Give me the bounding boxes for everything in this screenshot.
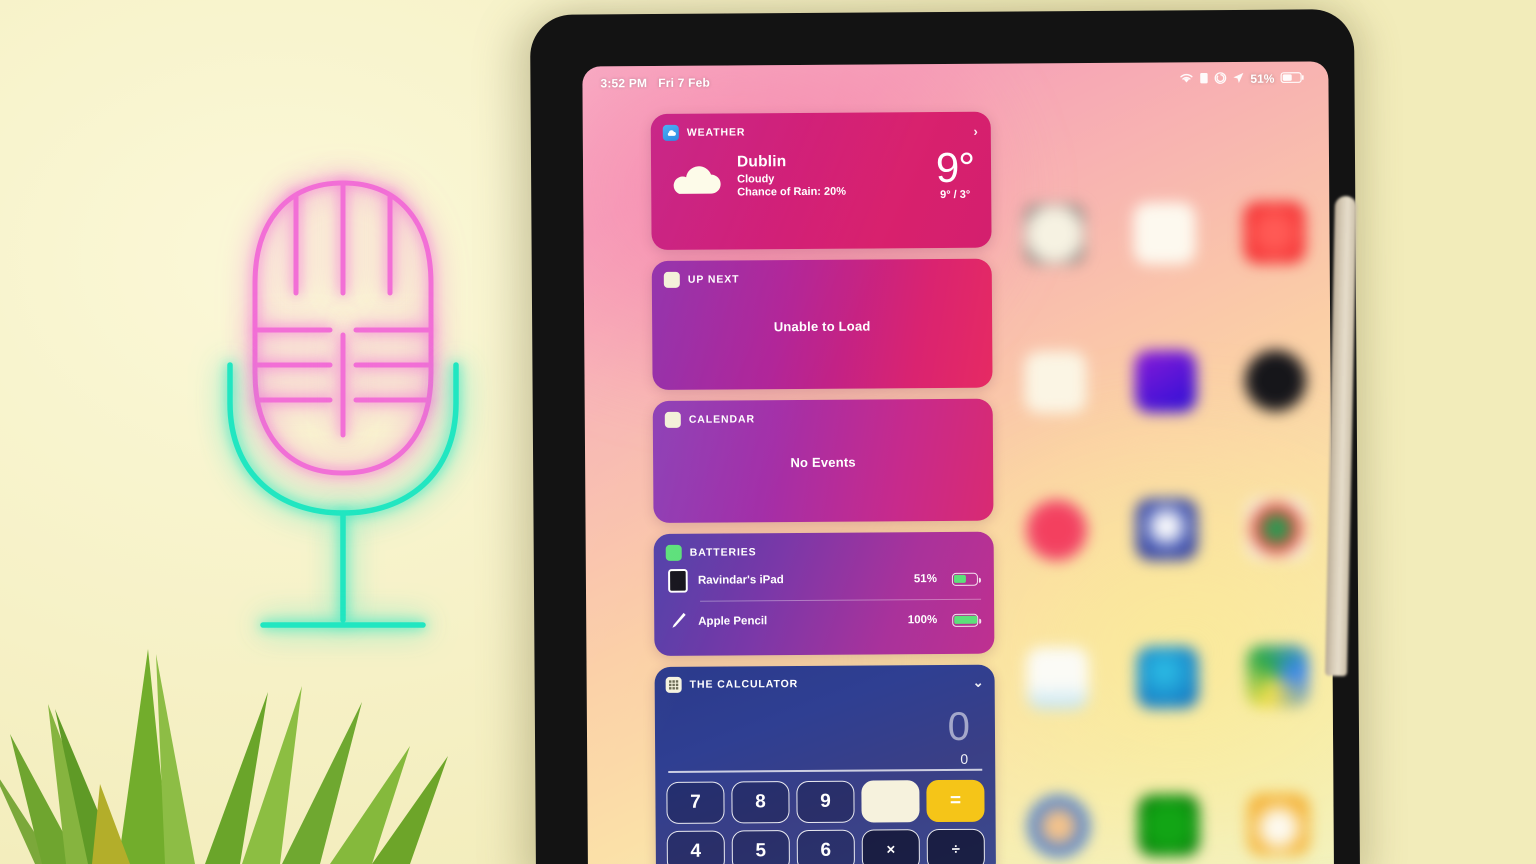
weather-text: Dublin Cloudy Chance of Rain: 20% — [736, 153, 847, 199]
calculator-divider — [668, 768, 983, 773]
widget-calendar-header: CALENDAR — [664, 410, 980, 428]
app-icon-blue-messenger[interactable] — [1135, 498, 1198, 561]
chevron-right-icon[interactable]: › — [973, 123, 977, 138]
battery-icon — [1280, 71, 1304, 86]
ipad-device: 3:52 PM Fri 7 Feb 51% WEATHER › Dublin C… — [529, 9, 1361, 864]
calc-key-6[interactable]: 6 — [796, 829, 855, 864]
weather-temperatures: 9° 9° / 3° — [935, 143, 975, 201]
app-icon-purple[interactable] — [1134, 350, 1197, 413]
widget-up-next-message: Unable to Load — [773, 318, 871, 334]
calc-key-clear[interactable] — [861, 779, 920, 823]
calculator-grid-icon — [665, 676, 682, 693]
app-icon-chrome[interactable] — [1245, 497, 1308, 560]
battery-level-icon — [952, 613, 979, 627]
calculator-display-sub: 0 — [960, 750, 969, 767]
weather-current-temp: 9° — [935, 143, 975, 192]
widget-weather-title: WEATHER — [686, 126, 746, 139]
app-icon-teal[interactable] — [1136, 646, 1199, 709]
battery-device-name: Apple Pencil — [698, 615, 768, 628]
app-icon-white-doc[interactable] — [1133, 202, 1196, 265]
app-icon-black[interactable] — [1244, 349, 1307, 412]
reader-icon — [1199, 72, 1208, 87]
widget-calculator[interactable]: THE CALCULATOR ⌄ 0 0 7 8 9 = 4 5 6 × ÷ — [654, 664, 997, 864]
battery-device-name: Ravindar's iPad — [697, 574, 784, 587]
battery-device-percent: 100% — [907, 614, 938, 627]
app-icon-pink[interactable] — [1025, 499, 1088, 562]
app-icon-blue-round[interactable] — [1027, 795, 1090, 858]
calculator-keypad[interactable]: 7 8 9 = 4 5 6 × ÷ 1 2 3 − + — [666, 779, 985, 864]
calc-key-divide[interactable]: ÷ — [926, 828, 985, 864]
widget-batteries-title: BATTERIES — [689, 546, 757, 559]
widget-calendar-title: CALENDAR — [688, 413, 755, 426]
orientation-lock-icon — [1214, 71, 1227, 87]
weather-city: Dublin — [736, 153, 787, 171]
location-arrow-icon — [1232, 71, 1244, 86]
calc-key-9[interactable]: 9 — [796, 780, 855, 823]
widget-calculator-title: THE CALCULATOR — [689, 678, 799, 691]
app-icon-green-whatsapp[interactable] — [1137, 794, 1200, 857]
calc-key-4[interactable]: 4 — [666, 830, 725, 864]
widget-column[interactable]: WEATHER › Dublin Cloudy Chance of Rain: … — [650, 111, 997, 864]
battery-row-pencil: Apple Pencil 100% — [666, 600, 981, 642]
widget-up-next-title: UP NEXT — [687, 273, 740, 286]
status-time: 3:52 PM — [600, 76, 648, 91]
weather-rain-chance: Chance of Rain: 20% — [737, 185, 847, 199]
chevron-down-icon[interactable]: ⌄ — [973, 675, 984, 691]
app-icon-camera[interactable] — [1023, 203, 1086, 266]
widget-weather[interactable]: WEATHER › Dublin Cloudy Chance of Rain: … — [650, 111, 992, 251]
widget-up-next[interactable]: UP NEXT Unable to Load — [651, 258, 993, 391]
status-date: Fri 7 Feb — [658, 75, 711, 90]
app-icon-cream[interactable] — [1024, 351, 1087, 414]
status-bar: 3:52 PM Fri 7 Feb 51% — [582, 61, 1328, 100]
weather-cloud-icon — [662, 124, 679, 141]
battery-device-percent: 51% — [913, 573, 937, 586]
calc-key-5[interactable]: 5 — [731, 829, 790, 864]
app-icon-red[interactable] — [1243, 201, 1306, 264]
ipad-screen[interactable]: 3:52 PM Fri 7 Feb 51% WEATHER › Dublin C… — [582, 61, 1335, 864]
weather-high-low: 9° / 3° — [940, 188, 971, 201]
widget-calendar[interactable]: CALENDAR No Events — [652, 398, 994, 524]
wifi-icon — [1179, 72, 1193, 86]
weather-condition-cloud-icon — [665, 154, 727, 198]
widget-calendar-message: No Events — [790, 454, 856, 471]
battery-level-icon — [951, 572, 978, 586]
widget-up-next-header: UP NEXT — [663, 270, 979, 288]
calc-key-7[interactable]: 7 — [666, 781, 725, 824]
status-battery-percent: 51% — [1250, 71, 1275, 86]
calculator-display: 0 0 — [666, 691, 985, 769]
weather-body: Dublin Cloudy Chance of Rain: 20% 9° 9° … — [663, 143, 978, 203]
widget-weather-header: WEATHER › — [662, 123, 978, 141]
ipad-icon — [668, 569, 688, 593]
batteries-icon — [665, 544, 682, 561]
app-icon-drive[interactable] — [1246, 645, 1309, 708]
weather-condition: Cloudy — [737, 173, 775, 186]
calc-key-equals[interactable]: = — [926, 779, 985, 822]
pencil-icon — [668, 610, 688, 634]
calendar-app-icon — [663, 271, 680, 288]
app-icon-light-card[interactable] — [1026, 647, 1089, 710]
calc-key-multiply[interactable]: × — [861, 828, 920, 864]
agave-plant — [0, 614, 450, 864]
calculator-display-main: 0 — [947, 704, 971, 749]
calendar-app-icon — [664, 411, 681, 428]
calc-key-8[interactable]: 8 — [731, 780, 790, 823]
home-screen-app-grid[interactable] — [999, 201, 1334, 858]
battery-row-ipad: Ravindar's iPad 51% — [666, 559, 981, 601]
neon-microphone-sign — [218, 175, 468, 635]
app-icon-yellow[interactable] — [1247, 793, 1310, 856]
widget-batteries[interactable]: BATTERIES Ravindar's iPad 51% Apple Penc… — [653, 531, 995, 657]
